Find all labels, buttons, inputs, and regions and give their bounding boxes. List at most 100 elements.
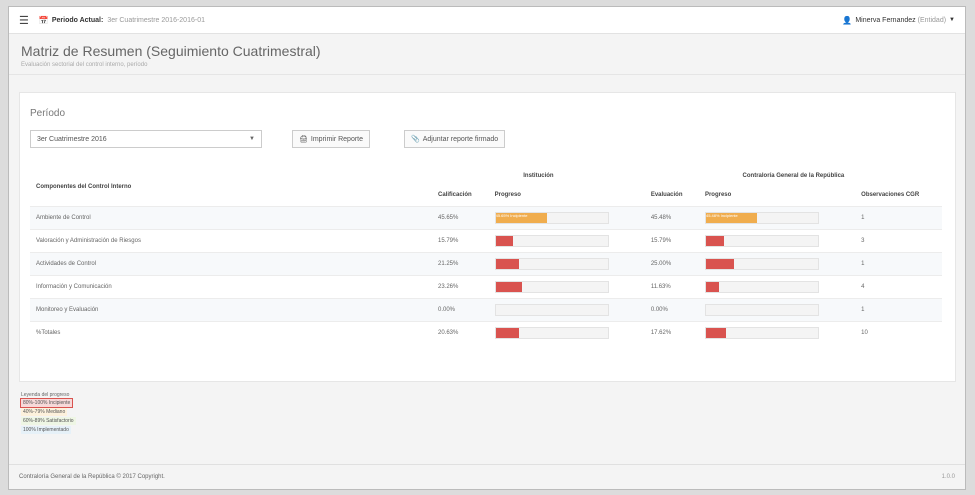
cgr-progress-bar-cell <box>698 251 856 275</box>
period-select-value: 3er Cuatrimestre 2016 <box>37 135 107 143</box>
grade-value: 0.00% <box>432 297 489 321</box>
paperclip-icon: 📎 <box>411 136 420 143</box>
page-subtitle: Evaluación sectorial del control interno… <box>21 62 148 68</box>
print-report-button[interactable]: 🖨 Imprimir Reporte <box>292 130 371 148</box>
institution-group-header: Institución <box>523 173 554 179</box>
cgr-progress-bar-fill <box>705 235 724 246</box>
observations-value: 1 <box>855 297 942 321</box>
component-name: Valoración y Administración de Riesgos <box>30 228 432 252</box>
cgr-progress-bar <box>704 257 819 270</box>
cgr-progress-bar-fill: 45.48% Incipiente <box>705 212 757 223</box>
institution-progress-bar-fill: 45.65% Incipiente <box>495 212 547 223</box>
component-name: %Totales <box>30 320 432 344</box>
page-title: Matriz de Resumen (Seguimiento Cuatrimes… <box>21 43 321 59</box>
grade-value: 20.63% <box>432 320 489 344</box>
legend-item: 100% Implementado <box>21 426 71 434</box>
component-name: Monitoreo y Evaluación <box>30 297 432 321</box>
observations-value: 1 <box>855 205 942 229</box>
grade-value: 23.26% <box>432 274 489 298</box>
cgr-progress-bar-cell <box>698 274 856 298</box>
page-header: Matriz de Resumen (Seguimiento Cuatrimes… <box>9 34 965 75</box>
legend-item: 60%-89% Satisfactorio <box>21 417 76 425</box>
cgr-progress-bar-cell <box>698 297 856 321</box>
print-icon: 🖨 <box>299 136 308 143</box>
grade-value: 21.25% <box>432 251 489 275</box>
observations-value: 10 <box>855 320 942 344</box>
institution-progress-bar-fill <box>495 235 514 246</box>
table-row: %Totales 20.63% 17.62% 10 <box>30 320 942 344</box>
institution-progress-bar-cell <box>488 297 645 321</box>
institution-progress-bar-fill <box>495 327 519 338</box>
print-report-label: Imprimir Reporte <box>310 135 364 143</box>
institution-progress-header: Progreso <box>494 191 521 198</box>
summary-matrix-table: Componentes del Control Interno Instituc… <box>30 168 942 344</box>
grade-value: 15.79% <box>432 228 489 252</box>
cgr-progress-bar-fill <box>705 327 726 338</box>
observations-value: 3 <box>855 228 942 252</box>
evaluation-value: 25.00% <box>644 251 699 275</box>
component-name: Actividades de Control <box>30 251 432 275</box>
cgr-progress-bar <box>704 280 819 293</box>
institution-progress-bar-cell <box>488 251 645 275</box>
institution-progress-bar <box>494 280 609 293</box>
evaluation-value: 11.63% <box>644 274 699 298</box>
institution-progress-bar-cell <box>488 274 645 298</box>
user-icon: 👤 <box>842 15 853 25</box>
attach-report-label: Adjuntar reporte firmado <box>422 135 499 143</box>
version-text: 1.0.0 <box>941 474 955 480</box>
app-window: ☰ 📅 Periodo Actual: 3er Cuatrimestre 201… <box>8 6 966 490</box>
cgr-progress-bar: 45.48% Incipiente <box>704 211 819 224</box>
institution-progress-bar: 45.65% Incipiente <box>494 211 609 224</box>
progress-legend: Leyenda del progreso 80%-100% Incipiente… <box>19 392 76 434</box>
cgr-progress-bar-fill <box>705 258 734 269</box>
table-row: Actividades de Control 21.25% 25.00% 1 <box>30 251 942 275</box>
cgr-progress-bar-cell <box>698 228 856 252</box>
evaluation-value: 15.79% <box>644 228 699 252</box>
component-name: Información y Comunicación <box>30 274 432 298</box>
user-name[interactable]: Minerva Fernandez <box>855 17 915 24</box>
institution-progress-bar-cell: 45.65% Incipiente <box>488 205 645 229</box>
copyright-text: Contraloría General de la República © 20… <box>19 474 165 480</box>
calendar-icon: 📅 <box>38 15 49 25</box>
cgr-progress-bar-fill <box>705 281 719 292</box>
page-footer: Contraloría General de la República © 20… <box>9 464 965 489</box>
observations-header: Observaciones CGR <box>861 191 920 198</box>
period-select[interactable]: 3er Cuatrimestre 2016 ▼ <box>30 130 262 148</box>
attach-report-button[interactable]: 📎 Adjuntar reporte firmado <box>404 130 506 148</box>
components-header: Componentes del Control Interno <box>36 183 132 190</box>
cgr-group-header: Contraloría General de la República <box>742 173 845 179</box>
summary-card: Período 3er Cuatrimestre 2016 ▼ 🖨 Imprim… <box>19 92 956 382</box>
cgr-progress-header: Progreso <box>704 191 732 198</box>
institution-progress-bar <box>494 303 609 316</box>
evaluation-value: 0.00% <box>644 297 699 321</box>
institution-progress-bar-cell <box>488 228 645 252</box>
institution-progress-bar <box>494 234 609 247</box>
cgr-progress-bar-cell <box>698 320 856 344</box>
table-row: Información y Comunicación 23.26% 11.63% 4 <box>30 274 942 298</box>
chevron-down-icon[interactable]: ▼ <box>949 17 955 23</box>
period-section-label: Período <box>30 108 66 119</box>
cgr-progress-bar-cell: 45.48% Incipiente <box>698 205 856 229</box>
cgr-progress-bar <box>704 326 819 339</box>
institution-progress-bar-cell <box>488 320 645 344</box>
top-navbar: ☰ 📅 Periodo Actual: 3er Cuatrimestre 201… <box>9 7 965 34</box>
institution-progress-bar <box>494 257 609 270</box>
evaluation-value: 17.62% <box>644 320 699 344</box>
legend-item: 80%-100% Incipiente <box>19 398 74 408</box>
cgr-progress-bar <box>704 234 819 247</box>
evaluation-header: Evaluación <box>650 191 683 198</box>
observations-value: 1 <box>855 251 942 275</box>
institution-progress-bar <box>494 326 609 339</box>
institution-progress-bar-fill <box>495 281 522 292</box>
observations-value: 4 <box>855 274 942 298</box>
legend-title: Leyenda del progreso <box>21 392 70 398</box>
grade-value: 45.65% <box>432 205 489 229</box>
user-role: (Entidad) <box>917 16 947 24</box>
hamburger-menu-icon[interactable]: ☰ <box>19 14 29 27</box>
evaluation-value: 45.48% <box>644 205 699 229</box>
institution-progress-bar-fill <box>495 258 520 269</box>
chevron-down-icon: ▼ <box>249 136 255 142</box>
legend-item: 40%-79% Mediano <box>21 408 68 416</box>
grade-header: Calificación <box>438 191 472 198</box>
current-period-value: 3er Cuatrimestre 2016-2016-01 <box>107 16 205 24</box>
